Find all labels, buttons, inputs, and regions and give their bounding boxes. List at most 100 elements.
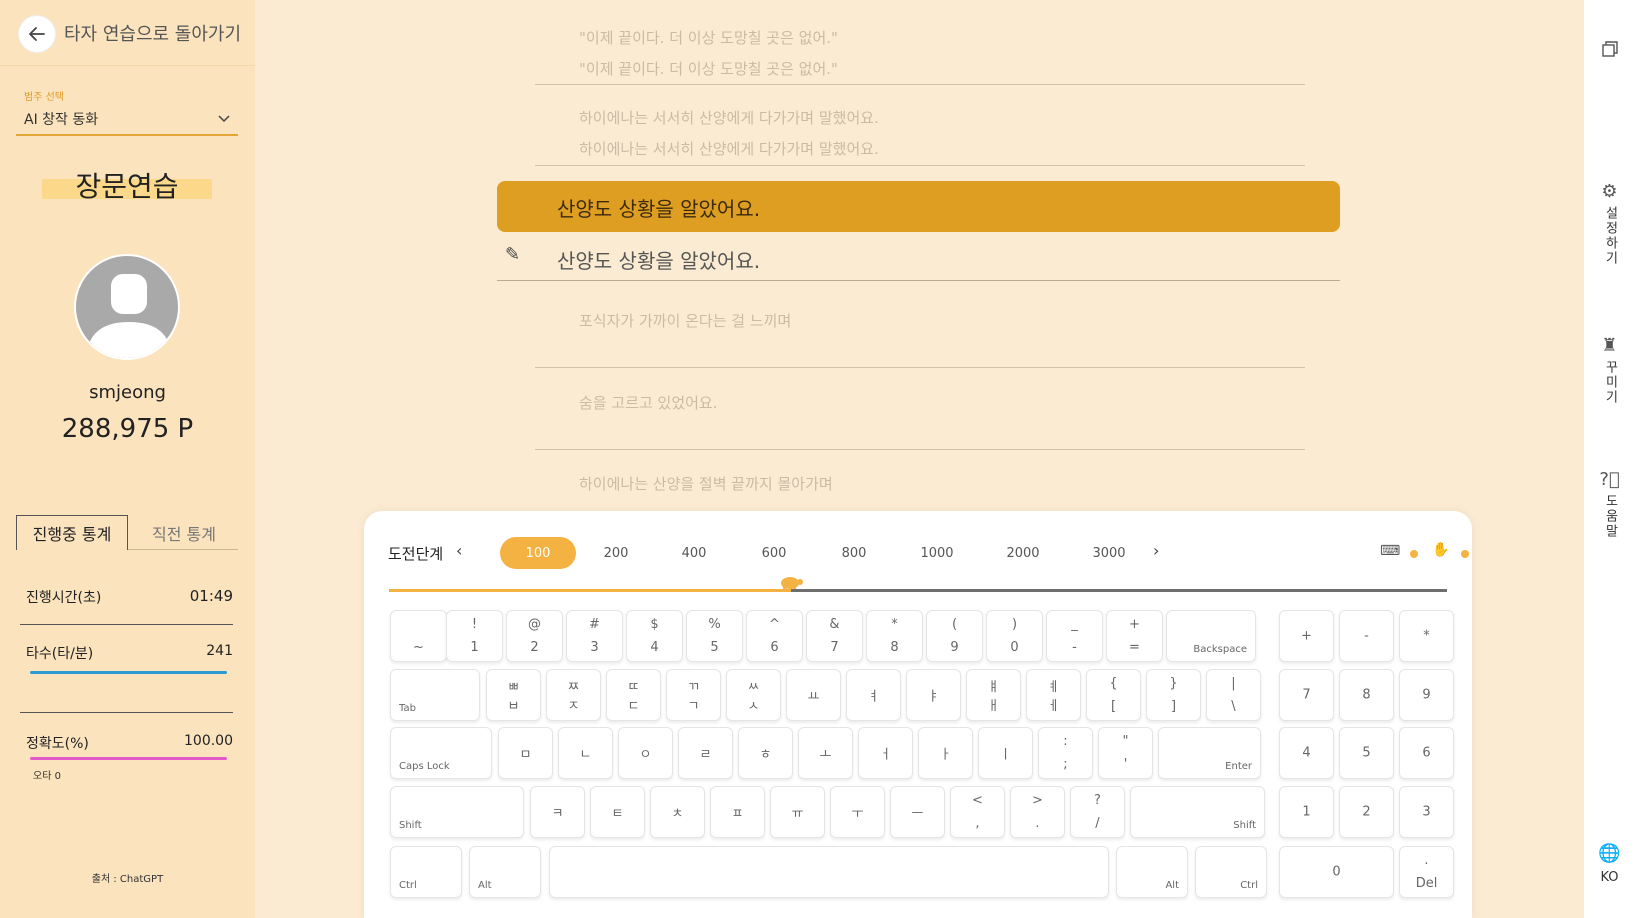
numpad-key[interactable]: 7 — [1279, 669, 1334, 721]
level-option[interactable]: 800 — [816, 537, 892, 569]
tab-previous-stats[interactable]: 직전 통계 — [130, 515, 238, 550]
keyboard-key[interactable]: ㅎ — [738, 727, 793, 779]
level-option[interactable]: 3000 — [1071, 537, 1147, 569]
keyboard-key[interactable]: | \ — [1206, 669, 1261, 721]
keyboard-key[interactable]: ~ — [390, 610, 447, 662]
keyboard-key[interactable]: + = — [1106, 610, 1163, 662]
typing-input-value[interactable]: 산양도 상황을 알았어요. — [557, 245, 760, 274]
level-option[interactable]: 100 — [500, 537, 576, 569]
keyboard-key[interactable]: ㅒㅐ — [966, 669, 1021, 721]
keyboard-key[interactable]: @2 — [506, 610, 563, 662]
keyboard-key[interactable]: ㄸㄷ — [606, 669, 661, 721]
window-button[interactable] — [1584, 40, 1635, 65]
keyboard-key[interactable]: ㅊ — [650, 786, 705, 838]
keyboard-key[interactable]: }] — [1146, 669, 1201, 721]
keyboard-key[interactable]: ㄴ — [558, 727, 613, 779]
keyboard-key[interactable]: ㅗ — [798, 727, 853, 779]
typing-input[interactable]: ✎ 산양도 상황을 알았어요. — [497, 238, 1340, 281]
keyboard-key[interactable]: ㅉㅈ — [546, 669, 601, 721]
keyboard-key[interactable]: ㅓ — [858, 727, 913, 779]
keyboard-key[interactable]: >. — [1010, 786, 1065, 838]
keyboard-key[interactable]: Alt — [1116, 846, 1188, 898]
numpad-key[interactable]: 3 — [1399, 786, 1454, 838]
keyboard-key[interactable]: ㅡ — [890, 786, 945, 838]
sidebar: 타자 연습으로 돌아가기 범주 선택 AI 창작 동화 장문연습 smjeong… — [0, 0, 255, 918]
level-option[interactable]: 200 — [578, 537, 654, 569]
keyboard-key[interactable]: ㅇ — [618, 727, 673, 779]
numpad-key[interactable]: 2 — [1339, 786, 1394, 838]
keyboard-key[interactable]: ㅍ — [710, 786, 765, 838]
keyboard-key[interactable]: Caps Lock — [390, 727, 492, 779]
chevron-left-icon[interactable]: ‹ — [456, 541, 462, 560]
hand-icon[interactable]: ✋ — [1432, 542, 1449, 558]
keyboard-key[interactable]: % 5 — [686, 610, 743, 662]
numpad-key[interactable]: + — [1279, 610, 1334, 662]
keyboard-key[interactable]: ! 1 — [446, 610, 503, 662]
keyboard-key[interactable]: {[ — [1086, 669, 1141, 721]
tab-current-stats[interactable]: 진행중 통계 — [16, 515, 128, 550]
numpad-key[interactable]: 8 — [1339, 669, 1394, 721]
help-button[interactable]: ?⃝ 도움말 — [1584, 470, 1635, 546]
keyboard-key[interactable]: Alt — [469, 846, 541, 898]
level-option[interactable]: 600 — [736, 537, 812, 569]
numpad-key[interactable]: 1 — [1279, 786, 1334, 838]
keyboard-key[interactable]: ㅣ — [978, 727, 1033, 779]
numpad-key[interactable]: - — [1339, 610, 1394, 662]
keyboard-key[interactable]: #3 — [566, 610, 623, 662]
keyboard-key[interactable]: ㄹ — [678, 727, 733, 779]
keyboard-key[interactable]: ㅖㅔ — [1026, 669, 1081, 721]
keyboard-key[interactable]: Backspace — [1166, 610, 1256, 662]
keyboard-key[interactable]: ) 0 — [986, 610, 1043, 662]
level-option[interactable]: 2000 — [985, 537, 1061, 569]
keyboard-key[interactable]: ㅆㅅ — [726, 669, 781, 721]
keyboard-key[interactable]: ㅛ — [786, 669, 841, 721]
keyboard-key[interactable]: Ctrl — [1195, 846, 1267, 898]
keyboard-key[interactable]: ㅑ — [906, 669, 961, 721]
back-label[interactable]: 타자 연습으로 돌아가기 — [64, 20, 241, 46]
keyboard-key[interactable]: :; — [1038, 727, 1093, 779]
keyboard-key[interactable]: _ - — [1046, 610, 1103, 662]
numpad-key[interactable]: * — [1399, 610, 1454, 662]
numpad-del-key[interactable]: . Del — [1399, 846, 1454, 898]
keyboard-key[interactable]: ㅏ — [918, 727, 973, 779]
keyboard-key[interactable]: Shift — [390, 786, 524, 838]
level-option[interactable]: 400 — [656, 537, 732, 569]
level-option[interactable]: 1000 — [899, 537, 975, 569]
keyboard-key[interactable]: ㅌ — [590, 786, 645, 838]
category-select[interactable]: AI 창작 동화 — [16, 104, 238, 136]
keyboard-key[interactable]: (9 — [926, 610, 983, 662]
chevron-right-icon[interactable]: › — [1153, 541, 1159, 560]
keyboard-key[interactable]: " ' — [1098, 727, 1153, 779]
keyboard-icon[interactable]: ⌨ — [1380, 543, 1400, 559]
keyboard-key[interactable]: * 8 — [866, 610, 923, 662]
chevron-down-icon — [218, 115, 230, 123]
keyboard-key[interactable]: Tab — [390, 669, 480, 721]
numpad-key[interactable]: 6 — [1399, 727, 1454, 779]
back-button[interactable] — [18, 15, 56, 53]
numpad-key[interactable]: 0 — [1279, 846, 1394, 898]
numpad-key[interactable]: 9 — [1399, 669, 1454, 721]
keyboard-key[interactable]: ? / — [1070, 786, 1125, 838]
keyboard-key[interactable]: Shift — [1130, 786, 1265, 838]
keyboard-key[interactable]: ㄲㄱ — [666, 669, 721, 721]
keyboard-key[interactable]: ㅃㅂ — [486, 669, 541, 721]
keyboard-key[interactable]: Ctrl — [390, 846, 462, 898]
keyboard-key[interactable]: ㅁ — [498, 727, 553, 779]
numpad-key[interactable]: 4 — [1279, 727, 1334, 779]
language-button[interactable]: 🌐 KO — [1584, 844, 1635, 888]
keyboard-key[interactable]: ㅠ — [770, 786, 825, 838]
settings-label: 설정하기 — [1602, 206, 1618, 266]
keyboard-key[interactable]: ^ 6 — [746, 610, 803, 662]
settings-button[interactable]: ⚙ 설정하기 — [1584, 182, 1635, 273]
numpad-key[interactable]: 5 — [1339, 727, 1394, 779]
keyboard-key[interactable]: & 7 — [806, 610, 863, 662]
keyboard-key[interactable] — [549, 846, 1109, 898]
decorate-button[interactable]: ♜ 꾸미기 — [1584, 336, 1635, 412]
keyboard-key[interactable]: <, — [950, 786, 1005, 838]
level-label: 도전단계 — [388, 545, 444, 563]
keyboard-key[interactable]: ㅜ — [830, 786, 885, 838]
keyboard-key[interactable]: ㅕ — [846, 669, 901, 721]
keyboard-key[interactable]: Enter — [1158, 727, 1261, 779]
keyboard-key[interactable]: ㅋ — [530, 786, 585, 838]
keyboard-key[interactable]: $4 — [626, 610, 683, 662]
